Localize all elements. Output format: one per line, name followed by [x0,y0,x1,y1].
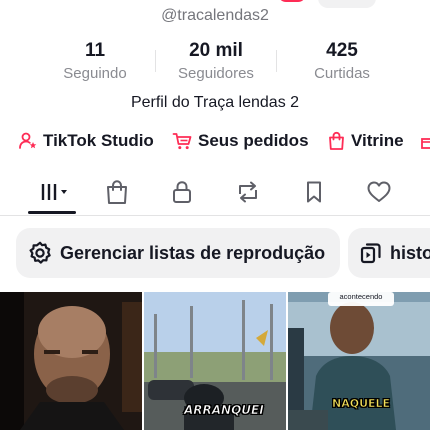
more-links-fragment[interactable] [420,128,430,154]
history-chip[interactable]: histo [348,228,430,278]
link-label: Vitrine [351,131,404,150]
gift-icon [421,138,430,149]
person-star-icon [19,132,37,149]
stat-likes[interactable]: 425 Curtidas [282,40,402,84]
bookmark-icon [307,181,321,203]
stat-label: Curtidas [314,65,370,82]
link-label: TikTok Studio [43,131,154,150]
tab-saved[interactable] [292,172,336,212]
tab-private[interactable] [160,172,204,212]
video-caption: ARRANQUEI [184,403,264,418]
orders-link[interactable]: Seus pedidos [172,128,309,154]
stat-label: Seguidores [178,65,254,82]
shop-bag-icon [107,180,127,204]
cart-icon [172,133,192,150]
profile-bio: Perfil do Traça lendas 2 [130,94,300,111]
stat-value: 11 [84,40,106,61]
tab-videos[interactable] [30,172,74,212]
tab-liked[interactable] [357,172,401,212]
video-thumbnail-image [0,292,142,430]
chip-label: Gerenciar listas de reprodução [60,242,326,263]
stat-label: Seguindo [63,65,127,82]
gear-icon [29,241,51,264]
stat-value: 20 mil [189,40,243,61]
profile-tabs [0,172,430,216]
stat-following[interactable]: 11 Seguindo [35,40,155,84]
video-thumbnail-1[interactable] [0,292,142,430]
profile-links-row: TikTok Studio Seus pedidos Vitrine [0,128,430,154]
history-icon [360,243,381,264]
shopping-bag-icon [329,131,344,150]
video-thumbnail-3[interactable]: acontecendo NAQUELE [288,292,430,430]
chip-label: histo [390,242,430,263]
video-grid: ARRANQUEI acontecendo NAQUELE [0,292,430,430]
tiktok-studio-link[interactable]: TikTok Studio [18,128,154,154]
link-label: Seus pedidos [198,131,309,150]
repost-icon [239,181,257,203]
video-thumbnail-2[interactable]: ARRANQUEI [144,292,286,430]
edit-profile-button[interactable] [278,0,306,2]
divider [276,50,277,72]
manage-playlists-button[interactable]: Gerenciar listas de reprodução [16,228,340,278]
stat-value: 425 [326,40,358,61]
video-top-caption: acontecendo [328,292,394,306]
heart-icon [367,181,391,202]
tab-shop[interactable] [95,172,139,212]
username: @tracalendas2 [161,7,269,24]
showcase-link[interactable]: Vitrine [327,128,404,154]
profile-stats: 11 Seguindo 20 mil Seguidores 425 Curtid… [0,40,430,84]
video-caption: NAQUELE [332,397,391,411]
playlist-chips-row: Gerenciar listas de reprodução histo [0,228,430,278]
active-tab-indicator [28,211,76,214]
videos-grid-icon [41,184,67,200]
lock-icon [173,181,191,203]
stat-followers[interactable]: 20 mil Seguidores [156,40,276,84]
tab-reposts[interactable] [226,172,270,212]
